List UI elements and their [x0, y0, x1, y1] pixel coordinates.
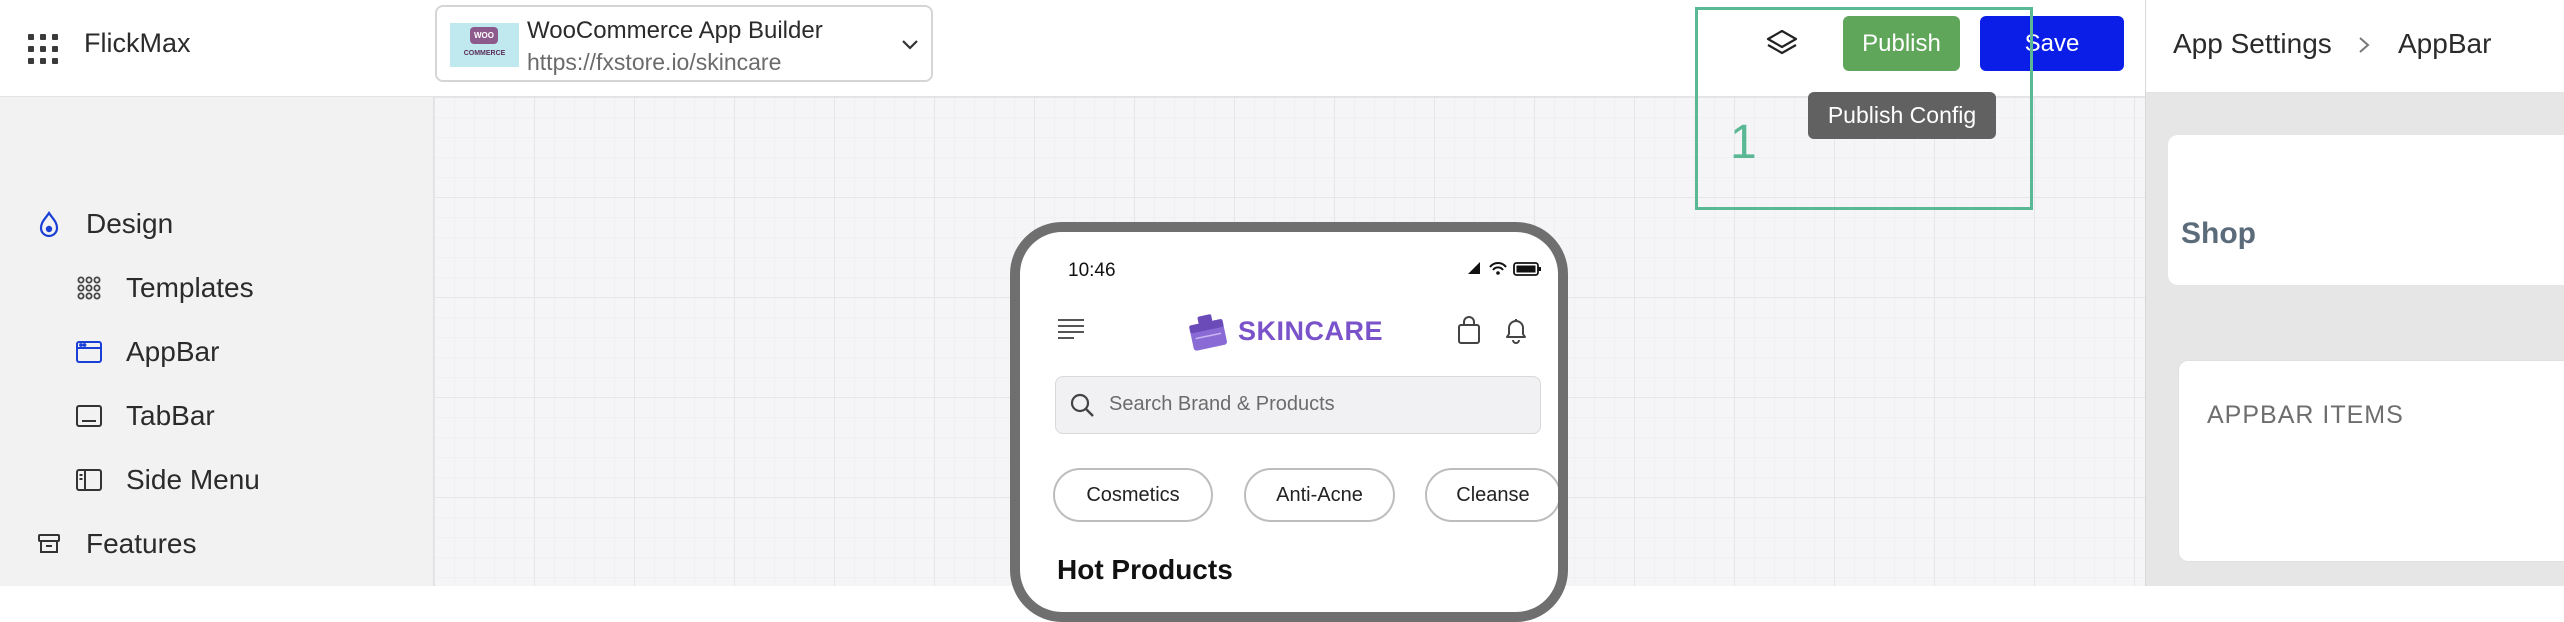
sidebar-item-label: AppBar [126, 336, 220, 367]
shopping-bag-icon[interactable] [1456, 316, 1482, 346]
sidebar-item-label: Features [86, 528, 197, 559]
category-chip[interactable]: Cosmetics [1053, 468, 1213, 522]
apps-grid-icon[interactable] [28, 34, 58, 64]
sidebar-item-tabbar[interactable]: TabBar [74, 394, 215, 438]
features-icon [34, 529, 64, 559]
breadcrumb: App Settings AppBar [2146, 0, 2564, 93]
appbar-items-title: APPBAR ITEMS [2207, 401, 2404, 429]
chevron-right-icon [2359, 37, 2370, 53]
sidebar-item-design[interactable]: Design [34, 202, 173, 246]
status-icons [1468, 262, 1541, 276]
brand-name: FlickMax [84, 28, 191, 58]
search-input[interactable]: Search Brand & Products [1055, 376, 1541, 434]
store-url: https://fxstore.io/skincare [527, 49, 782, 75]
annotation-highlight-box [1695, 7, 2033, 210]
settings-panel: App Settings AppBar Shop APPBAR ITEMS [2145, 0, 2564, 586]
bell-icon[interactable] [1502, 316, 1530, 346]
menu-icon[interactable] [1056, 316, 1086, 342]
category-chip[interactable]: Cleanse [1425, 468, 1558, 522]
search-placeholder: Search Brand & Products [1109, 393, 1335, 415]
sidebar-item-label: TabBar [126, 400, 215, 431]
sidebar-item-side-menu[interactable]: Side Menu [74, 458, 260, 502]
sidebar-item-label: Side Menu [126, 464, 260, 495]
sidebar-item-label: Templates [126, 272, 254, 303]
side-menu-icon [74, 465, 104, 495]
category-chip[interactable]: Anti-Acne [1244, 468, 1395, 522]
tabbar-icon [74, 401, 104, 431]
appbar-items-card: APPBAR ITEMS [2178, 360, 2564, 562]
sidebar: Design Templates AppBar TabBar Side Menu [0, 97, 434, 586]
design-icon [34, 209, 64, 239]
annotation-label: 1 [1730, 116, 1757, 169]
store-title: WooCommerce App Builder [527, 17, 823, 44]
sidebar-item-appbar[interactable]: AppBar [74, 330, 219, 374]
store-selector[interactable]: WOO COMMERCE WooCommerce App Builder htt… [435, 5, 933, 82]
search-icon [1070, 393, 1094, 417]
sidebar-item-templates[interactable]: Templates [74, 266, 254, 310]
chevron-down-icon[interactable] [899, 33, 921, 55]
section-title: Hot Products [1057, 554, 1233, 585]
skincare-logo-text: SKINCARE [1238, 316, 1384, 346]
appbar-title: Shop [2181, 217, 2256, 250]
templates-icon [74, 273, 104, 303]
status-time: 10:46 [1068, 260, 1116, 281]
breadcrumb-parent[interactable]: App Settings [2173, 28, 2332, 60]
sidebar-item-label: Design [86, 208, 174, 239]
phone-preview: 10:46 SKINCARE Search Brand & Products C… [1010, 222, 1568, 622]
breadcrumb-current: AppBar [2398, 28, 2492, 59]
sidebar-item-features[interactable]: Features [34, 522, 197, 566]
appbar-icon [74, 337, 104, 367]
appbar-preview-card[interactable]: Shop [2168, 135, 2564, 285]
woocommerce-logo: WOO COMMERCE [450, 23, 519, 67]
